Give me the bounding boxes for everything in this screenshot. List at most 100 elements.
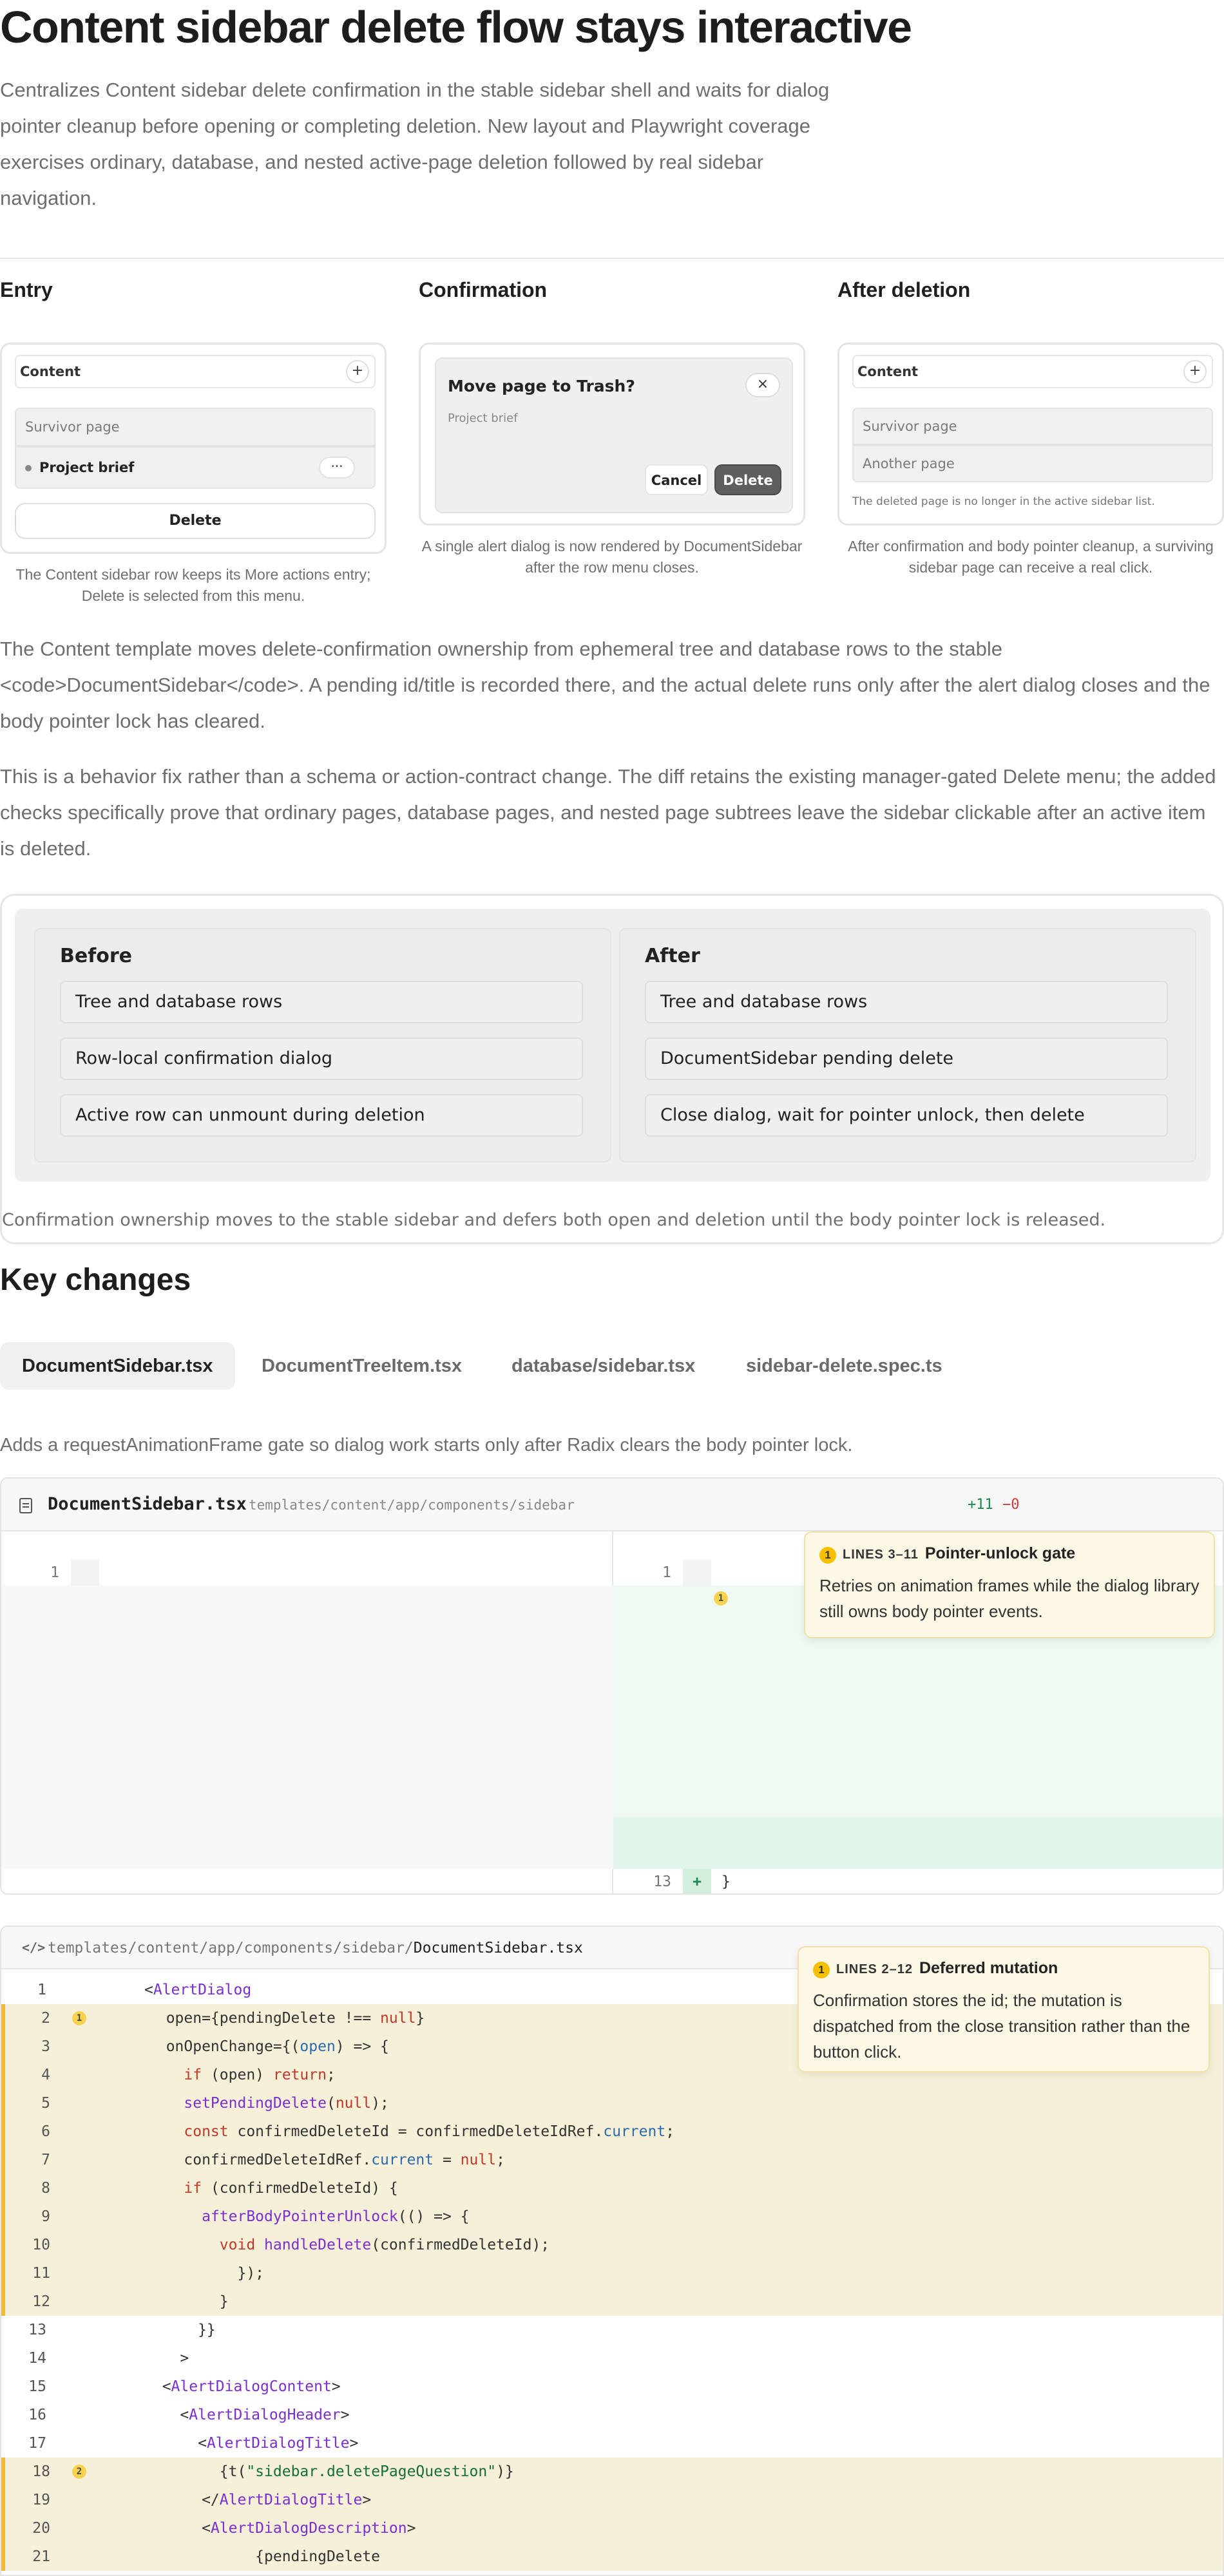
line-number: 6	[41, 2123, 50, 2140]
line-number: 2	[41, 2010, 50, 2027]
code-text: const confirmedDeleteId = confirmedDelet…	[184, 2123, 675, 2140]
diff-line-added: 8+ }	[613, 1714, 1223, 1787]
diff-line-added: 7+ return;	[613, 1689, 1223, 1761]
code-line: 15 <AlertDialogContent>	[1, 2372, 1223, 2401]
tooltip-header: 1 LINES 2–12 Deferred mutation	[813, 1959, 1058, 1978]
diff-filename: DocumentSidebar.tsx	[48, 1494, 247, 1514]
line-number: 7	[41, 2152, 50, 2168]
before-panel: Before Tree and database rows Row-local …	[34, 928, 611, 1162]
code-text: <AlertDialogContent>	[144, 2378, 341, 2395]
close-icon[interactable]: ×	[745, 373, 780, 397]
line-number: 9	[41, 2208, 50, 2225]
tooltip-lines: LINES 2–12	[836, 1962, 913, 1976]
diff-line-added: 12+ }	[613, 1817, 1223, 1890]
code-text: >	[144, 2350, 189, 2367]
code-line-highlighted: 5 setPendingDelete(null);	[1, 2089, 1223, 2117]
tooltip-title: Deferred mutation	[919, 1959, 1058, 1977]
before-heading: Before	[60, 945, 133, 967]
after-step: DocumentSidebar pending delete	[645, 1037, 1168, 1080]
code-line-highlighted: 21 {pendingDelete	[1, 2543, 1223, 2571]
tab-document-sidebar[interactable]: DocumentSidebar.tsx	[0, 1342, 235, 1390]
diagram-canvas: Before Tree and database rows Row-local …	[15, 909, 1210, 1182]
line-number: 10	[32, 2237, 50, 2253]
code-line-highlighted: 12 }	[1, 2287, 1223, 2316]
diff-line-added: 9+ callback();	[613, 1740, 1223, 1813]
tab-sidebar-delete-spec[interactable]: sidebar-delete.spec.ts	[724, 1342, 964, 1390]
line-number: 14	[28, 2350, 46, 2367]
path-prefix: templates/content/app/components/sidebar…	[48, 1940, 414, 1956]
code-text: }	[148, 2293, 229, 2310]
before-step: Tree and database rows	[60, 981, 583, 1023]
cancel-button[interactable]: Cancel	[645, 464, 708, 495]
code-text: setPendingDelete(null);	[184, 2095, 389, 2112]
entry-caption: The Content sidebar row keeps its More a…	[15, 566, 371, 604]
tooltip-body: Retries on animation frames while the di…	[819, 1576, 1200, 1621]
line-number: 15	[28, 2378, 46, 2395]
tab-database-sidebar[interactable]: database/sidebar.tsx	[490, 1342, 717, 1390]
after-heading: After	[645, 945, 700, 967]
delete-menu-item[interactable]: Delete	[15, 503, 376, 539]
code-text: <AlertDialogDescription>	[148, 2520, 416, 2537]
line-number: 3	[41, 2038, 50, 2055]
paragraph-behavior: This is a behavior fix rather than a sch…	[0, 765, 1216, 860]
path-filename: DocumentSidebar.tsx	[413, 1940, 583, 1956]
key-changes-heading: Key changes	[0, 1263, 191, 1297]
sidebar-item-label: Project brief	[39, 460, 135, 475]
code-text: onOpenChange={(open) => {	[148, 2038, 389, 2055]
more-actions-button[interactable]: ···	[319, 457, 355, 478]
diagram-caption: Confirmation ownership moves to the stab…	[2, 1210, 1106, 1230]
alert-dialog: Move page to Trash? Project brief × Canc…	[435, 357, 793, 513]
tooltip-lines: LINES 3–11	[843, 1548, 919, 1562]
line-number: 20	[32, 2520, 50, 2537]
code-text: </AlertDialogTitle>	[148, 2492, 372, 2508]
after-heading: After deletion	[837, 278, 971, 301]
annotation-badge[interactable]: 2	[72, 2465, 86, 2479]
annotation-badge[interactable]: 1	[714, 1591, 728, 1605]
code-line-highlighted: 8 if (confirmedDeleteId) {	[1, 2174, 1223, 2202]
after-note: The deleted page is no longer in the act…	[852, 495, 1155, 508]
divider	[0, 258, 1224, 259]
diff-line-added: 10+ };	[613, 1766, 1223, 1839]
diff-line-added: 13 +	[613, 1843, 1223, 1893]
entry-heading: Entry	[0, 278, 53, 301]
line-number: 8	[41, 2180, 50, 2197]
file-tabs: DocumentSidebar.tsx DocumentTreeItem.tsx…	[0, 1342, 1224, 1390]
code-text: <AlertDialogHeader>	[144, 2407, 350, 2423]
code-file-path: templates/content/app/components/sidebar…	[48, 1940, 583, 1956]
code-text: confirmedDeleteIdRef.current = null;	[148, 2152, 505, 2168]
diff-header: DocumentSidebar.tsx templates/content/ap…	[1, 1479, 1223, 1531]
annotation-badge: 1	[819, 1547, 836, 1564]
sidebar-item-survivor[interactable]: Survivor page	[15, 408, 376, 446]
code-text: open={pendingDelete !== null}	[148, 2010, 425, 2027]
code-text: <AlertDialog	[144, 1982, 252, 1998]
delete-button[interactable]: Delete	[714, 464, 781, 495]
code-line-highlighted: 19 </AlertDialogTitle>	[1, 2486, 1223, 2514]
code-line: 17 <AlertDialogTitle>	[1, 2429, 1223, 2458]
content-label: Content	[857, 364, 919, 379]
file-icon	[19, 1498, 32, 1513]
page-title: Content sidebar delete flow stays intera…	[0, 2, 912, 52]
sidebar-item-another[interactable]: Another page	[852, 445, 1213, 482]
diff-line: 14 interface ContentSidebarStateSnapshot…	[613, 1869, 1223, 1893]
code-icon: </>	[22, 1940, 46, 1955]
code-line: 13 }}	[1, 2316, 1223, 2344]
line-number: 17	[28, 2435, 46, 2452]
add-page-button[interactable]: +	[346, 360, 369, 383]
annotation-badge: 1	[813, 1962, 830, 1978]
diff-line-added: 11+ window.requestAnimationFrame(run);	[613, 1792, 1223, 1864]
sidebar-item-active[interactable]: Project brief ···	[15, 446, 376, 489]
annotation-badge[interactable]: 1	[72, 2011, 86, 2025]
after-step: Close dialog, wait for pointer unlock, t…	[645, 1094, 1168, 1137]
add-page-button[interactable]: +	[1183, 360, 1207, 383]
code-text: {t("sidebar.deletePageQuestion")}	[148, 2463, 514, 2480]
tab-document-tree-item[interactable]: DocumentTreeItem.tsx	[240, 1342, 484, 1390]
code-line-highlighted: 11 });	[1, 2259, 1223, 2287]
before-after-diagram: Before Tree and database rows Row-local …	[0, 894, 1224, 1244]
annotation-tooltip: 1 LINES 3–11 Pointer-unlock gate Retries o…	[804, 1531, 1215, 1638]
entry-sketch: Content + Survivor page Project brief ··…	[0, 343, 387, 554]
sidebar-header: Content +	[852, 355, 1213, 388]
content-label: Content	[20, 364, 81, 379]
line-number: 5	[41, 2095, 50, 2112]
sidebar-item-survivor[interactable]: Survivor page	[852, 408, 1213, 445]
code-text: if (confirmedDeleteId) {	[184, 2180, 398, 2197]
